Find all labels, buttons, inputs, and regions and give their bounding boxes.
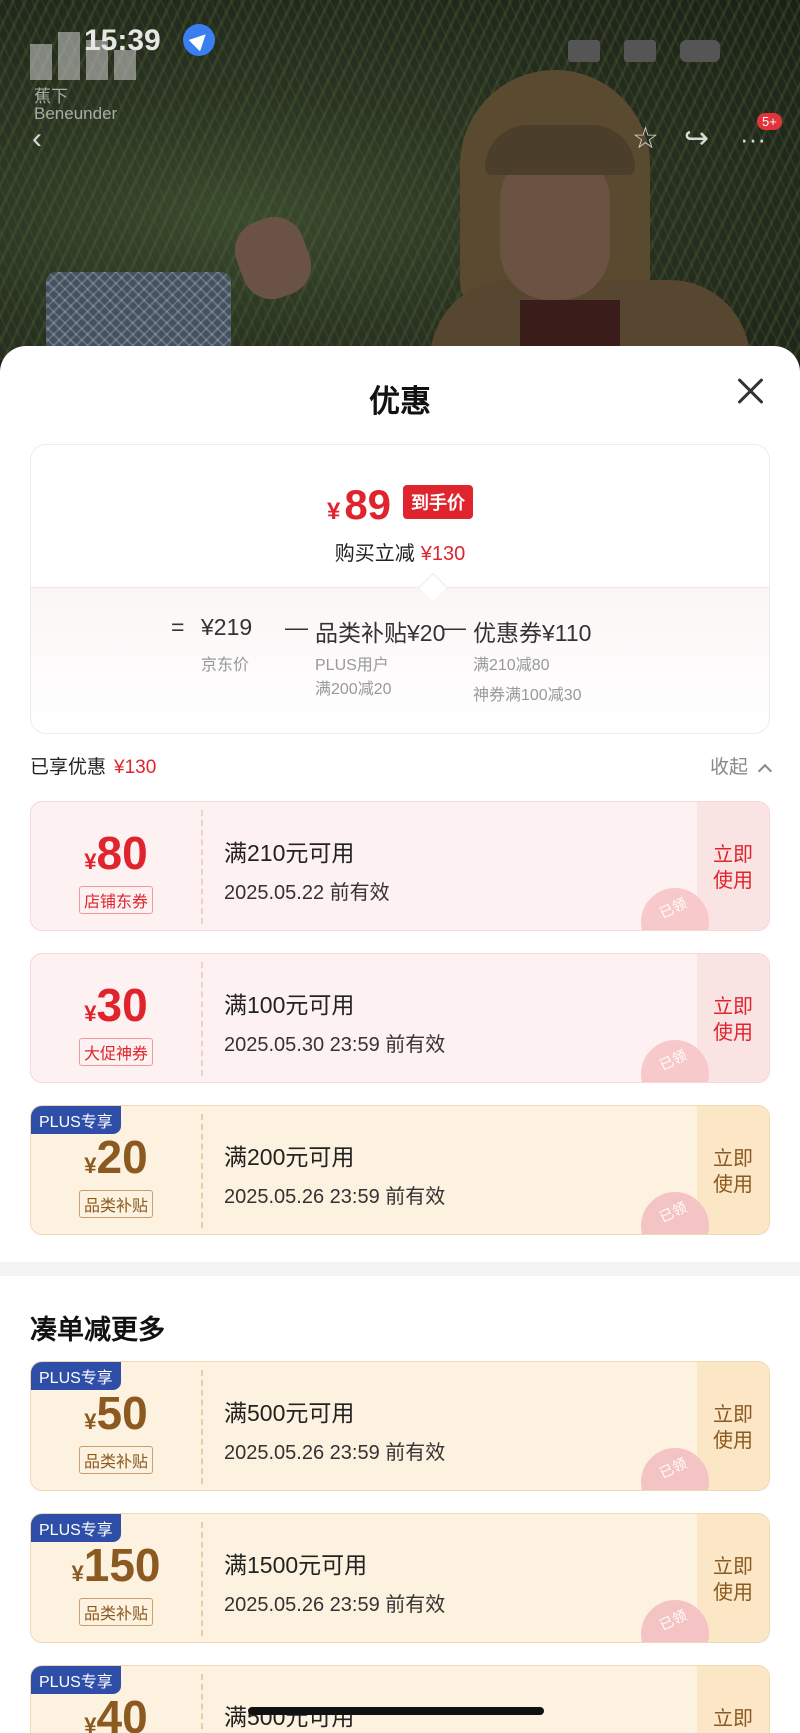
plus-exclusive-badge: PLUS专享 bbox=[31, 1106, 121, 1134]
coupon-condition: 满500元可用 bbox=[224, 1400, 355, 1426]
plus-exclusive-badge: PLUS专享 bbox=[31, 1362, 121, 1390]
final-price-tag: 到手价 bbox=[403, 485, 474, 519]
status-time: 15:39 bbox=[84, 24, 161, 57]
use-now-button[interactable]: 立即使用 bbox=[711, 994, 755, 1046]
category-subsidy: 品类补贴¥20 bbox=[315, 620, 446, 646]
favorite-star-icon[interactable]: ☆ bbox=[632, 124, 659, 154]
coupon-value: ¥80 店铺东券 bbox=[31, 802, 201, 930]
coupon-total: 优惠券¥110 bbox=[473, 620, 592, 646]
coupon-card[interactable]: ¥30 大促神券 满100元可用 2025.05.30 23:59 前有效 已领… bbox=[30, 953, 770, 1083]
final-price-line: ¥ 89 到手价 bbox=[31, 481, 769, 529]
coupon-condition: 满210元可用 bbox=[224, 840, 355, 866]
coupon-note-1: 满210减80 bbox=[473, 657, 550, 674]
coupon-currency: ¥ bbox=[84, 1713, 97, 1733]
use-now-button[interactable]: 立即 bbox=[711, 1706, 755, 1732]
use-now-button[interactable]: 立即使用 bbox=[711, 1554, 755, 1606]
coupon-validity: 2025.05.26 23:59 前有效 bbox=[224, 1186, 446, 1208]
coupon-amount: 80 bbox=[96, 827, 148, 879]
share-icon[interactable]: ↪ bbox=[684, 124, 709, 154]
price-summary-card: ¥ 89 到手价 购买立减 ¥130 = ¥219 — 品类补贴¥20 — 优惠券… bbox=[30, 444, 770, 734]
coupon-validity: 2025.05.26 23:59 前有效 bbox=[224, 1442, 446, 1464]
coupon-amount: 20 bbox=[96, 1131, 148, 1183]
coupon-type-tag: 店铺东券 bbox=[78, 886, 154, 914]
coupon-amount: 50 bbox=[96, 1387, 148, 1439]
location-arrow-icon bbox=[183, 24, 215, 56]
formula-equals: = bbox=[171, 614, 185, 640]
coupon-value: ¥30 大促神券 bbox=[31, 954, 201, 1082]
coupon-currency: ¥ bbox=[71, 1561, 84, 1586]
plus-exclusive-badge: PLUS专享 bbox=[31, 1666, 121, 1694]
chevron-up-icon bbox=[757, 763, 773, 779]
discount-sheet: 优惠 ¥ 89 到手价 购买立减 ¥130 = ¥219 — 品类补贴¥20 — … bbox=[0, 346, 800, 1733]
close-icon[interactable] bbox=[730, 372, 770, 412]
coupon-type-tag: 品类补贴 bbox=[78, 1598, 154, 1626]
sheet-title: 优惠 bbox=[369, 384, 431, 419]
coupon-currency: ¥ bbox=[84, 1001, 97, 1026]
brand-name-en: Beneunder bbox=[34, 104, 118, 123]
price-breakdown: = ¥219 — 品类补贴¥20 — 优惠券¥110 京东价 PLUS用户 满2… bbox=[31, 587, 769, 733]
coupon-type-tag: 品类补贴 bbox=[78, 1190, 154, 1218]
coupon-type-tag: 品类补贴 bbox=[78, 1446, 154, 1474]
coupon-card[interactable]: ¥50 品类补贴 PLUS专享 满500元可用 2025.05.26 23:59… bbox=[30, 1361, 770, 1491]
model-photo bbox=[430, 70, 750, 360]
section-divider bbox=[0, 1262, 800, 1276]
coupon-card[interactable]: ¥80 店铺东券 满210元可用 2025.05.22 前有效 已领 立即使用 bbox=[30, 801, 770, 931]
section-title: 凑单减更多 bbox=[30, 1315, 165, 1345]
message-badge: 5+ bbox=[757, 113, 782, 130]
jd-price: ¥219 bbox=[201, 614, 253, 640]
coupon-currency: ¥ bbox=[84, 849, 97, 874]
formula-minus: — bbox=[443, 614, 466, 640]
instant-discount-amount: ¥130 bbox=[420, 543, 466, 565]
enjoyed-discount-row: 已享优惠 ¥130 收起 bbox=[30, 752, 773, 784]
battery-icon bbox=[680, 40, 720, 62]
instant-discount-line: 购买立减 ¥130 bbox=[31, 537, 769, 566]
subsidy-note-1: PLUS用户 bbox=[315, 657, 389, 674]
coupon-condition: 满500元可用 bbox=[224, 1704, 355, 1730]
coupon-card[interactable]: ¥150 品类补贴 PLUS专享 满1500元可用 2025.05.26 23:… bbox=[30, 1513, 770, 1643]
status-icons bbox=[568, 40, 720, 62]
coupon-validity: 2025.05.26 23:59 前有效 bbox=[224, 1594, 446, 1616]
enjoyed-label: 已享优惠 bbox=[30, 757, 107, 778]
home-indicator bbox=[248, 1707, 544, 1715]
coupon-currency: ¥ bbox=[84, 1409, 97, 1434]
wifi-icon bbox=[624, 40, 656, 62]
collapse-button[interactable]: 收起 bbox=[709, 752, 773, 779]
final-price: 89 bbox=[344, 481, 392, 528]
coupon-amount: 30 bbox=[96, 979, 148, 1031]
coupon-condition: 满1500元可用 bbox=[224, 1552, 368, 1578]
enjoyed-amount: ¥130 bbox=[114, 757, 157, 778]
brand-wordmark: 蕉下 Beneunder bbox=[34, 88, 117, 122]
collapse-label: 收起 bbox=[709, 757, 748, 778]
use-now-button[interactable]: 立即使用 bbox=[711, 842, 755, 894]
coupon-condition: 满200元可用 bbox=[224, 1144, 355, 1170]
coupon-currency: ¥ bbox=[84, 1153, 97, 1178]
brand-name-cn: 蕉下 bbox=[34, 87, 68, 106]
formula-minus: — bbox=[285, 614, 308, 640]
subsidy-note-2: 满200减20 bbox=[315, 681, 392, 698]
back-icon[interactable]: ‹ bbox=[32, 124, 42, 154]
coupon-type-tag: 大促神券 bbox=[78, 1038, 154, 1066]
signal-icon bbox=[568, 40, 600, 62]
coupon-amount: 150 bbox=[83, 1539, 161, 1591]
coupon-card[interactable]: ¥40 PLUS专享 满500元可用 立即 bbox=[30, 1665, 770, 1733]
coupon-note-2: 神券满100减30 bbox=[473, 687, 582, 704]
use-now-button[interactable]: 立即使用 bbox=[711, 1402, 755, 1454]
instant-discount-label: 购买立减 bbox=[334, 543, 415, 565]
coupon-validity: 2025.05.30 23:59 前有效 bbox=[224, 1034, 446, 1056]
coupon-condition: 满100元可用 bbox=[224, 992, 355, 1018]
jd-price-label: 京东价 bbox=[201, 657, 250, 674]
coupon-amount: 40 bbox=[96, 1691, 148, 1733]
plus-exclusive-badge: PLUS专享 bbox=[31, 1514, 121, 1542]
final-price-currency: ¥ bbox=[326, 498, 341, 525]
coupon-card[interactable]: ¥20 品类补贴 PLUS专享 满200元可用 2025.05.26 23:59… bbox=[30, 1105, 770, 1235]
use-now-button[interactable]: 立即使用 bbox=[711, 1146, 755, 1198]
coupon-validity: 2025.05.22 前有效 bbox=[224, 882, 390, 904]
